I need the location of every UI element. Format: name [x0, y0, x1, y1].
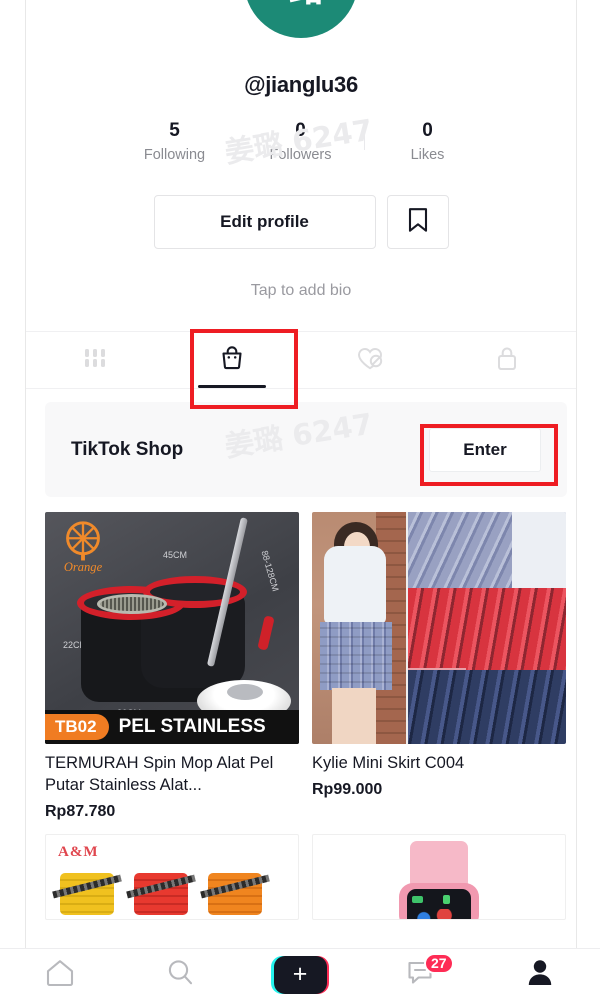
product-title: TERMURAH Spin Mop Alat Pel Putar Stainle… — [45, 754, 274, 794]
bookmark-icon — [407, 207, 429, 238]
bottom-navigation-bar: + 27 — [0, 948, 600, 1000]
grid-icon — [82, 346, 108, 375]
avatar-container: 璐 — [26, 0, 576, 38]
tiktok-profile-screen: 璐 @jianglu36 5 Following 0 Followers 0 L… — [0, 0, 600, 1000]
lock-icon — [494, 344, 520, 377]
stat-likes[interactable]: 0 Likes — [365, 118, 491, 166]
avatar[interactable]: 璐 — [244, 0, 358, 38]
product-image-pink-smartwatch — [312, 834, 566, 920]
product-badge: TB02 — [45, 714, 109, 740]
product-title: Kylie Mini Skirt C004 — [312, 754, 465, 772]
product-price: Rp87.780 — [45, 803, 116, 820]
following-count: 5 — [169, 120, 180, 141]
followers-label: Followers — [269, 147, 332, 163]
product-price: Rp99.000 — [312, 781, 383, 798]
stat-following[interactable]: 5 Following — [112, 118, 238, 166]
shop-banner-title: TikTok Shop — [71, 438, 184, 460]
heart-slash-icon — [355, 344, 385, 377]
bookmark-button[interactable] — [386, 195, 449, 249]
followers-count: 0 — [295, 120, 306, 141]
tab-private[interactable] — [439, 332, 577, 388]
profile-action-row: Edit profile — [26, 195, 576, 249]
tab-videos[interactable] — [26, 332, 164, 388]
edit-profile-button[interactable]: Edit profile — [153, 195, 376, 249]
nav-inbox[interactable]: 27 — [380, 949, 460, 1000]
nav-home[interactable] — [20, 949, 100, 1000]
profile-tabs — [26, 331, 576, 389]
profile-stats: 5 Following 0 Followers 0 Likes — [26, 118, 576, 166]
am-brand-logo: A&M — [58, 844, 99, 860]
phone-frame-right-border — [576, 0, 577, 1000]
product-card[interactable] — [312, 834, 566, 920]
likes-label: Likes — [410, 147, 445, 163]
product-card[interactable]: A&M — [45, 834, 299, 920]
profile-handle: @jianglu36 — [244, 72, 358, 97]
tab-liked[interactable] — [301, 332, 439, 388]
product-banner-text: PEL STAINLESS — [118, 716, 266, 737]
nav-profile[interactable] — [500, 949, 580, 1000]
orange-brand-logo: Orange — [64, 521, 103, 574]
plus-icon: + — [292, 960, 308, 988]
likes-count: 0 — [422, 120, 433, 141]
tab-shop[interactable] — [164, 332, 302, 388]
product-card[interactable]: Orange 45CM 22CM 26CM 88-128CM — [45, 512, 299, 821]
nav-discover[interactable] — [140, 949, 220, 1000]
shopping-bag-icon — [217, 343, 247, 378]
profile-content: 璐 @jianglu36 5 Following 0 Followers 0 L… — [26, 0, 576, 1000]
nav-create[interactable]: + — [260, 949, 340, 1000]
product-image-crossbody-bags: A&M — [45, 834, 299, 920]
product-image-plaid-skirt — [312, 512, 566, 744]
tiktok-shop-banner: TikTok Shop Enter — [45, 402, 567, 497]
person-icon — [525, 957, 555, 992]
home-icon — [44, 957, 76, 992]
product-card[interactable]: Kylie Mini Skirt C004 Rp99.000 — [312, 512, 566, 821]
stat-followers[interactable]: 0 Followers — [238, 118, 364, 166]
create-button[interactable]: + — [271, 955, 329, 994]
search-icon — [165, 957, 195, 992]
product-grid: Orange 45CM 22CM 26CM 88-128CM — [45, 512, 567, 920]
active-tab-underline — [198, 384, 267, 388]
product-image-spin-mop: Orange 45CM 22CM 26CM 88-128CM — [45, 512, 299, 744]
shop-enter-button[interactable]: Enter — [429, 427, 541, 472]
inbox-badge: 27 — [424, 952, 454, 974]
following-label: Following — [143, 147, 206, 163]
add-bio-link[interactable]: Tap to add bio — [26, 282, 576, 300]
svg-text:Orange: Orange — [64, 560, 103, 574]
